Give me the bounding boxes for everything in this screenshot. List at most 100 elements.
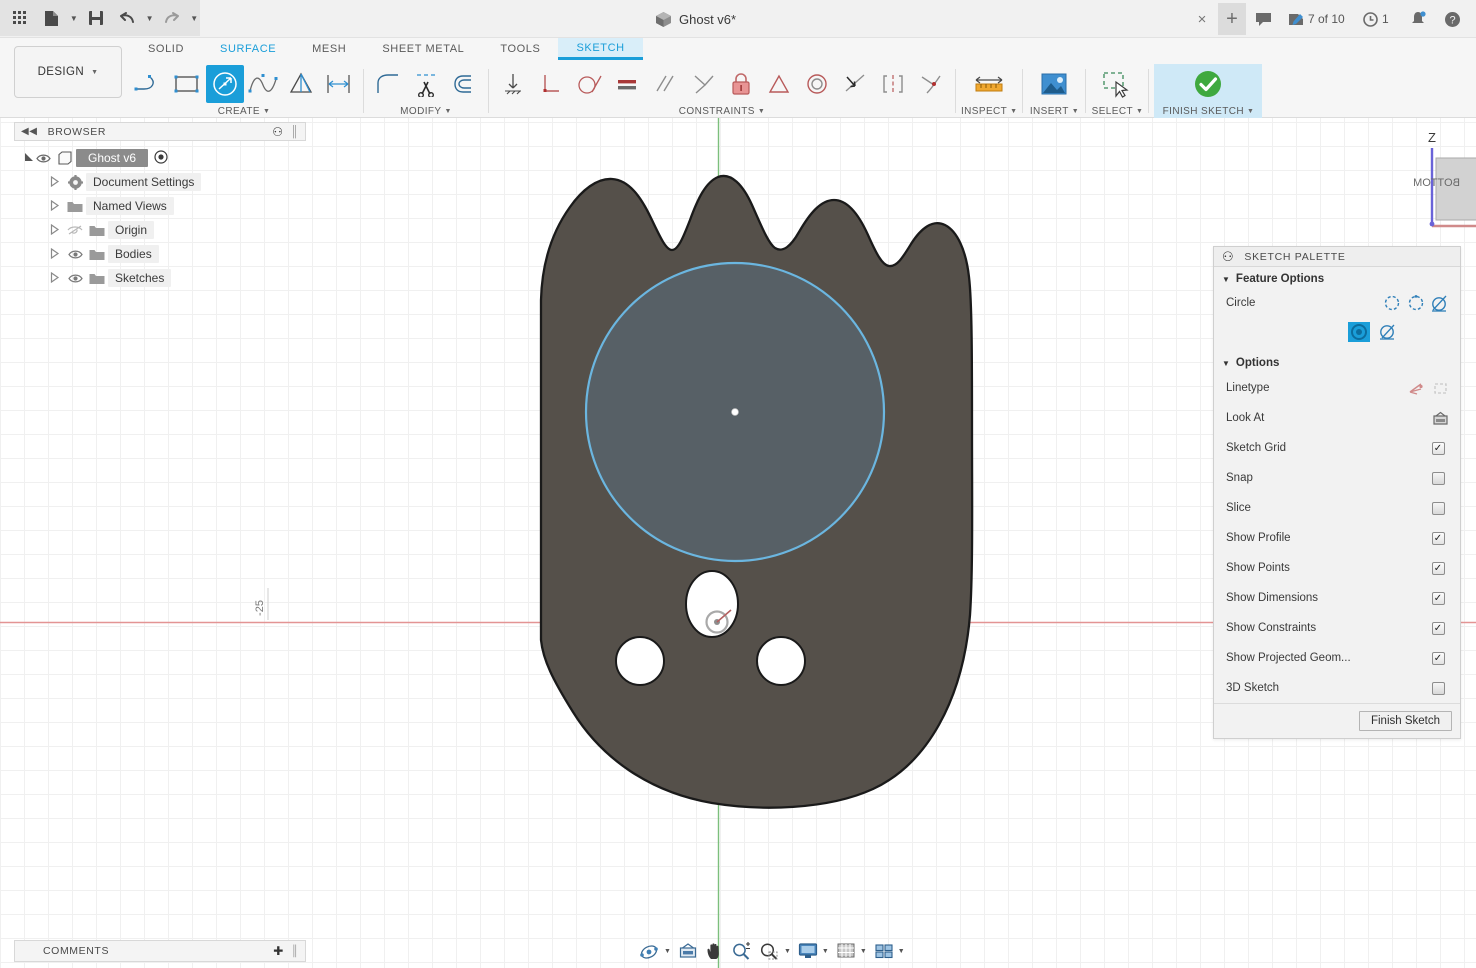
spline-tool[interactable] (244, 65, 282, 103)
redo-icon[interactable] (157, 3, 186, 33)
orbit-tool[interactable] (636, 939, 663, 963)
zoom-tool[interactable] (728, 939, 755, 963)
expand-arrow-icon[interactable] (14, 152, 32, 165)
panel-select-label[interactable]: SELECT ▼ (1091, 104, 1143, 118)
comment-icon[interactable] (1255, 6, 1272, 32)
viewports-caret-icon[interactable]: ▼ (898, 948, 908, 955)
tab-mesh[interactable]: MESH (294, 38, 364, 60)
tree-item-label[interactable]: Named Views (86, 197, 174, 215)
perpendicular-constraint[interactable] (532, 65, 570, 103)
line-tool[interactable] (130, 65, 168, 103)
look-at-tool[interactable] (675, 939, 701, 963)
centerline-linetype-icon[interactable] (1428, 377, 1452, 399)
tangent-constraint[interactable] (570, 65, 608, 103)
expand-arrow-icon[interactable] (46, 248, 64, 261)
panel-modify-label[interactable]: MODIFY ▼ (369, 104, 483, 118)
show-dimensions-checkbox[interactable]: ✓ (1432, 592, 1445, 605)
pan-tool[interactable] (702, 939, 727, 963)
horizontal-vertical-constraint[interactable] (494, 65, 532, 103)
jobs-status-button[interactable]: 7 of 10 (1288, 6, 1345, 32)
slice-checkbox[interactable] (1432, 502, 1445, 515)
center-diameter-circle-button[interactable] (1380, 292, 1404, 314)
panel-finish-sketch-label[interactable]: FINISH SKETCH ▼ (1154, 104, 1262, 118)
tab-tools[interactable]: TOOLS (482, 38, 558, 60)
3-point-circle-button[interactable] (1428, 292, 1452, 314)
history-status-button[interactable]: 1 (1363, 6, 1389, 32)
symmetry-constraint[interactable] (874, 65, 912, 103)
tree-row-root[interactable]: Ghost v6 (14, 146, 306, 170)
expand-arrow-icon[interactable] (46, 176, 64, 189)
curvature-constraint[interactable] (912, 65, 950, 103)
expand-arrow-icon[interactable] (46, 224, 64, 237)
circle-tool[interactable] (206, 65, 244, 103)
notification-bell-icon[interactable] (1410, 6, 1426, 32)
snap-checkbox[interactable] (1432, 472, 1445, 485)
display-settings-tool[interactable] (795, 939, 821, 963)
tab-sheet-metal[interactable]: SHEET METAL (364, 38, 482, 60)
panel-inspect-label[interactable]: INSPECT ▼ (961, 104, 1017, 118)
coincident-constraint[interactable] (684, 65, 722, 103)
new-document-caret-icon[interactable]: ▼ (68, 3, 80, 33)
tree-root-label[interactable]: Ghost v6 (76, 149, 148, 167)
sketch-dimension-tool[interactable] (320, 65, 358, 103)
tab-solid[interactable]: SOLID (130, 38, 202, 60)
orbit-caret-icon[interactable]: ▼ (664, 948, 674, 955)
measure-tool[interactable] (963, 65, 1015, 103)
tree-item-label[interactable]: Origin (108, 221, 154, 239)
tree-row-document-settings[interactable]: Document Settings (14, 170, 306, 194)
midpoint-constraint[interactable] (760, 65, 798, 103)
panel-create-label[interactable]: CREATE ▼ (130, 104, 358, 118)
3-tangent-circle-button[interactable] (1376, 321, 1400, 343)
tree-item-label[interactable]: Bodies (108, 245, 159, 263)
tree-row-bodies[interactable]: Bodies (14, 242, 306, 266)
close-tab-button[interactable]: × (1192, 9, 1212, 29)
grid-snap-settings-tool[interactable] (833, 939, 859, 963)
section-options[interactable]: ▼ Options (1214, 347, 1460, 373)
collapse-left-icon[interactable]: ◀◀ (21, 126, 38, 137)
finish-sketch-tool[interactable] (1182, 65, 1234, 103)
comments-panel[interactable]: COMMENTS ✚ ║ (14, 940, 306, 962)
tree-row-origin[interactable]: Origin (14, 218, 306, 242)
activate-component-icon[interactable] (154, 150, 168, 167)
comments-grip-icon[interactable]: ║ (291, 945, 299, 957)
tree-row-named-views[interactable]: Named Views (14, 194, 306, 218)
expand-arrow-icon[interactable] (46, 200, 64, 213)
tree-row-sketches[interactable]: Sketches (14, 266, 306, 290)
help-icon[interactable]: ? (1444, 6, 1461, 32)
visibility-eye-icon[interactable] (64, 273, 86, 284)
insert-image-tool[interactable] (1028, 65, 1080, 103)
zoom-window-tool[interactable] (756, 939, 783, 963)
parallel-constraint[interactable] (646, 65, 684, 103)
show-projected-geometry-checkbox[interactable]: ✓ (1432, 652, 1445, 665)
app-grid-icon[interactable] (6, 3, 35, 33)
grid-snap-caret-icon[interactable]: ▼ (860, 948, 870, 955)
view-cube[interactable]: Z BOTTOM (1412, 126, 1476, 236)
select-tool[interactable] (1091, 65, 1143, 103)
look-at-icon[interactable] (1428, 407, 1452, 429)
finish-sketch-button[interactable]: Finish Sketch (1359, 711, 1452, 731)
redo-caret-icon[interactable]: ▼ (188, 3, 200, 33)
2-point-circle-button[interactable] (1404, 292, 1428, 314)
visibility-eye-icon[interactable] (32, 153, 54, 164)
save-icon[interactable] (82, 3, 111, 33)
construction-linetype-icon[interactable] (1404, 377, 1428, 399)
workspace-switcher-button[interactable]: DESIGN ▼ (14, 46, 122, 98)
3d-sketch-checkbox[interactable] (1432, 682, 1445, 695)
tree-item-label[interactable]: Sketches (108, 269, 171, 287)
fillet-tool[interactable] (369, 65, 407, 103)
zoom-window-caret-icon[interactable]: ▼ (784, 948, 794, 955)
concentric-constraint[interactable] (798, 65, 836, 103)
viewports-tool[interactable] (871, 939, 897, 963)
visibility-eye-icon[interactable] (64, 249, 86, 260)
add-comment-icon[interactable]: ✚ (273, 944, 284, 958)
rectangle-tool[interactable] (168, 65, 206, 103)
tab-sketch[interactable]: SKETCH (558, 38, 642, 60)
show-points-checkbox[interactable]: ✓ (1432, 562, 1445, 575)
visibility-eye-hidden-icon[interactable] (64, 224, 86, 236)
equal-constraint[interactable] (608, 65, 646, 103)
display-settings-caret-icon[interactable]: ▼ (822, 948, 832, 955)
new-document-icon[interactable] (37, 3, 66, 33)
show-constraints-checkbox[interactable]: ✓ (1432, 622, 1445, 635)
expand-arrow-icon[interactable] (46, 272, 64, 285)
tab-surface[interactable]: SURFACE (202, 38, 294, 60)
